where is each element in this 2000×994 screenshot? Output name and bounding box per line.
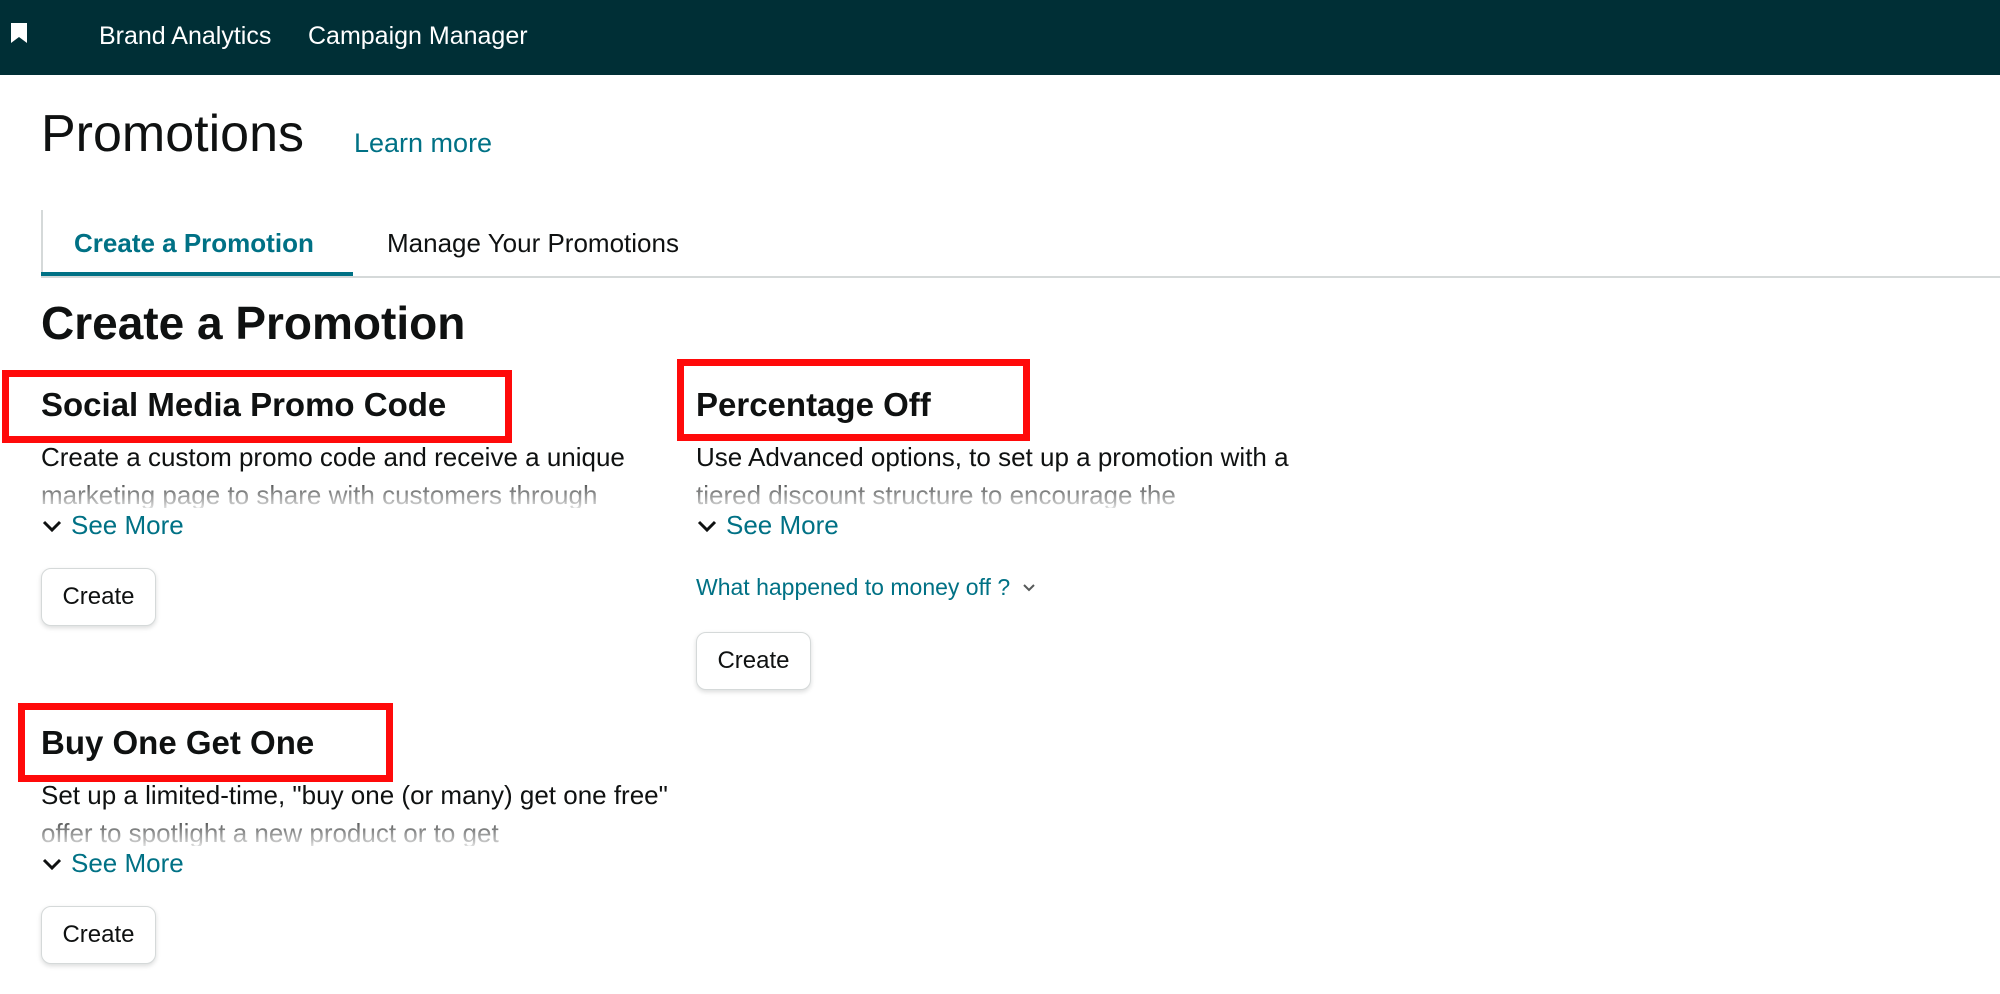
card-description-percentage-off: Use Advanced options, to set up a promot… xyxy=(696,442,1289,508)
see-more-label: See More xyxy=(71,848,184,878)
section-title: Create a Promotion xyxy=(41,297,466,349)
card-description-social-media: Create a custom promo code and receive a… xyxy=(41,442,625,508)
chevron-down-icon xyxy=(697,520,717,532)
see-more-bogo[interactable]: See More xyxy=(41,848,184,879)
top-nav-bar: Brand Analytics Campaign Manager xyxy=(0,0,2000,75)
learn-more-link[interactable]: Learn more xyxy=(354,128,492,159)
money-off-label: What happened to money off ? xyxy=(696,574,1011,600)
see-more-social-media[interactable]: See More xyxy=(41,510,184,541)
money-off-info-link[interactable]: What happened to money off ? xyxy=(696,574,1036,601)
card-description-bogo: Set up a limited-time, "buy one (or many… xyxy=(41,780,668,846)
see-more-label: See More xyxy=(726,510,839,540)
highlight-box-social-media xyxy=(2,370,512,443)
see-more-label: See More xyxy=(71,510,184,540)
nav-campaign-manager[interactable]: Campaign Manager xyxy=(308,0,528,75)
chevron-down-icon xyxy=(42,520,62,532)
create-bogo-button[interactable]: Create xyxy=(41,906,156,964)
create-social-media-button[interactable]: Create xyxy=(41,568,156,626)
promotion-tabs: Create a Promotion Manage Your Promotion… xyxy=(41,210,2000,278)
bookmark-icon[interactable] xyxy=(10,22,28,44)
chevron-down-icon xyxy=(1023,583,1035,591)
page-title: Promotions xyxy=(41,105,304,163)
create-percentage-off-button[interactable]: Create xyxy=(696,632,811,690)
highlight-box-percentage-off xyxy=(677,359,1030,441)
highlight-box-bogo xyxy=(18,703,393,782)
chevron-down-icon xyxy=(42,858,62,870)
see-more-percentage-off[interactable]: See More xyxy=(696,510,839,541)
tab-manage-promotions[interactable]: Manage Your Promotions xyxy=(387,210,679,276)
tab-create-promotion[interactable]: Create a Promotion xyxy=(41,210,353,276)
nav-brand-analytics[interactable]: Brand Analytics xyxy=(99,0,271,75)
